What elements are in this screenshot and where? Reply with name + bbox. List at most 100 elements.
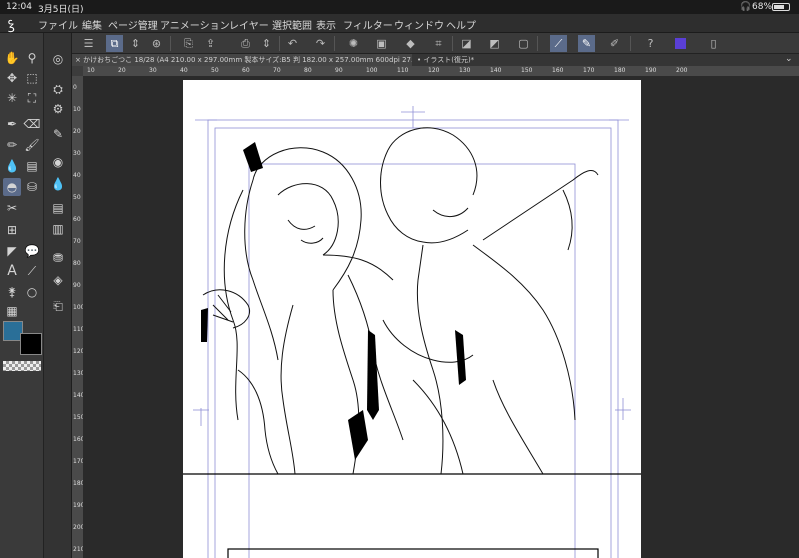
canvas-page[interactable]	[183, 80, 641, 558]
tool-palette: ✋ ⚲ ✥ ⬚ ✳ ⛶ ✒ ⌫ ✏ 🖌 💧 ▤ ◓ ⛁ ✂ ⊞ ◤ 💬 A ⟋ …	[0, 33, 44, 558]
history-icon[interactable]: ▥	[49, 220, 67, 238]
copy-icon[interactable]: ▣	[373, 35, 390, 52]
invert-icon[interactable]: ◩	[486, 35, 503, 52]
crop-icon[interactable]: ▢	[515, 35, 532, 52]
blend-icon[interactable]: 💧	[3, 157, 21, 175]
canvas-area[interactable]	[83, 76, 799, 558]
line-icon[interactable]: ⟋	[23, 262, 41, 280]
color-swatch-button[interactable]	[672, 35, 689, 52]
shortcut-icon[interactable]: ⊛	[148, 35, 165, 52]
ruler-tick-label: 40	[180, 67, 188, 74]
loading-icon[interactable]: ✺	[345, 35, 362, 52]
stabilizer-icon[interactable]: ✐	[606, 35, 623, 52]
sub-color-swatch[interactable]	[20, 333, 42, 355]
app-logo-icon[interactable]: ꝣ	[8, 15, 15, 33]
ruler-tick-label: 70	[73, 238, 81, 245]
transparent-swatch[interactable]	[3, 361, 41, 371]
ruler-snap-icon[interactable]: ⟋	[550, 35, 567, 52]
clear-selection-icon[interactable]: ◪	[458, 35, 475, 52]
menu-window[interactable]: ウィンドウ	[394, 17, 444, 32]
ruler-tick-label: 30	[73, 150, 81, 157]
fill-icon[interactable]: ◓	[3, 178, 21, 196]
menu-layer[interactable]: レイヤー	[229, 17, 269, 32]
sub-tool-icon[interactable]: ⛭	[49, 80, 67, 98]
menu-selection[interactable]: 選択範囲	[272, 17, 312, 32]
ruler-tick-label: 150	[521, 67, 533, 74]
menu-bar: ꝣ ファイル 編集 ページ管理 アニメーション レイヤー 選択範囲 表示 フィル…	[0, 14, 799, 33]
ruler-icon[interactable]: ▦	[3, 302, 21, 320]
zoom-icon[interactable]: ⚲	[23, 49, 41, 67]
bucket-icon[interactable]: ⛁	[23, 178, 41, 196]
ruler-tick-label: 70	[273, 67, 281, 74]
clock: 12:04	[6, 2, 32, 12]
ios-status-bar: 12:04 3月5日(日) 🎧 68%	[0, 0, 799, 15]
decoration-icon[interactable]: ✂	[3, 199, 21, 217]
ruler-tick-label: 180	[614, 67, 626, 74]
undo-icon[interactable]: ↶	[284, 35, 301, 52]
canvas-view-icon[interactable]: ⧉	[106, 35, 123, 52]
eyedropper-icon[interactable]: ⚵	[3, 283, 21, 301]
new-file-icon[interactable]: ⎘	[180, 35, 197, 52]
pen-snap-icon[interactable]: ✎	[578, 35, 595, 52]
menu-page[interactable]: ページ管理	[108, 17, 158, 32]
ruler-tick-label: 60	[242, 67, 250, 74]
move-icon[interactable]: ✥	[3, 69, 21, 87]
tab-label: イラスト(復元)*	[423, 56, 475, 64]
pencil-icon[interactable]: ✏	[3, 136, 21, 154]
updown-icon[interactable]: ⇕	[127, 35, 144, 52]
battery-icon	[772, 3, 790, 11]
tool-property-icon[interactable]: ⚙	[49, 100, 67, 118]
ruler-tick-label: 60	[73, 216, 81, 223]
close-icon[interactable]: ×	[75, 56, 83, 64]
menu-view[interactable]: 表示	[316, 17, 336, 32]
export-icon[interactable]: ⇪	[202, 35, 219, 52]
save-icon[interactable]: ⎙	[237, 35, 254, 52]
color-wheel-icon[interactable]: ◉	[49, 153, 67, 171]
help-icon[interactable]: ?	[642, 35, 659, 52]
tab-active[interactable]: × かけおちごつこ 18/28 (A4 210.00 x 297.00mm 製本…	[72, 54, 412, 66]
ruler-tick-label: 100	[366, 67, 378, 74]
ruler-tick-label: 50	[73, 194, 81, 201]
intermediate-color-icon[interactable]: ▤	[49, 199, 67, 217]
transform-icon[interactable]: ⌗	[430, 35, 447, 52]
tab-label: かけおちごつこ 18/28 (A4 210.00 x 297.00mm 製本サイ…	[83, 56, 412, 64]
eraser-icon[interactable]: ⌫	[23, 115, 41, 133]
fill-icon[interactable]: ◆	[402, 35, 419, 52]
menu-edit[interactable]: 編集	[82, 17, 102, 32]
material-icon[interactable]: ⎗	[49, 297, 67, 315]
tab-illust[interactable]: • イラスト(復元)*	[414, 54, 484, 66]
battery-percent: 68%	[752, 2, 773, 12]
figure-icon[interactable]: ◤	[3, 242, 21, 260]
command-bar: ☰ ⧉ ⇕ ⊛ ⎘ ⇪ ⎙ ⇕ ↶ ↷ ✺ ▣ ◆ ⌗ ◪ ◩ ▢ ⟋ ✎ ✐ …	[72, 33, 799, 54]
hand-icon[interactable]: ✋	[3, 49, 21, 67]
ellipse-icon[interactable]: ○	[23, 283, 41, 301]
hamburger-icon[interactable]: ☰	[80, 35, 97, 52]
chevron-down-icon[interactable]: ⌄	[785, 54, 793, 64]
brush-size-icon[interactable]: ✎	[49, 125, 67, 143]
ruler-tick-label: 190	[645, 67, 657, 74]
device-icon[interactable]: ▯	[705, 35, 722, 52]
text-icon[interactable]: A	[3, 262, 21, 280]
menu-help[interactable]: ヘルプ	[446, 17, 476, 32]
redo-icon[interactable]: ↷	[312, 35, 329, 52]
frame-icon[interactable]: ⊞	[3, 221, 21, 239]
updown-icon[interactable]: ⇕	[258, 35, 275, 52]
menu-filter[interactable]: フィルター	[343, 17, 393, 32]
balloon-icon[interactable]: 💬	[23, 242, 41, 260]
select-rect-icon[interactable]: ⬚	[23, 69, 41, 87]
gradient-icon[interactable]: ▤	[23, 157, 41, 175]
navigator-icon[interactable]: ◎	[49, 50, 67, 68]
pen-icon[interactable]: ✒	[3, 115, 21, 133]
ruler-tick-label: 0	[73, 84, 77, 91]
layers-icon[interactable]: ◈	[49, 271, 67, 289]
color-set-icon[interactable]: 💧	[49, 175, 67, 193]
ruler-tick-label: 30	[149, 67, 157, 74]
brush-icon[interactable]: 🖌	[23, 136, 41, 154]
menu-file[interactable]: ファイル	[38, 17, 78, 32]
ruler-vertical: 0 10 20 30 40 50 60 70 80 90 100 110 120 130 140 150 160…	[72, 76, 84, 558]
lineart-drawing	[183, 106, 641, 558]
select-layer-icon[interactable]: ⛶	[23, 89, 41, 107]
menu-animation[interactable]: アニメーション	[160, 17, 230, 32]
layer-property-icon[interactable]: ⛃	[49, 249, 67, 267]
wand-icon[interactable]: ✳	[3, 89, 21, 107]
